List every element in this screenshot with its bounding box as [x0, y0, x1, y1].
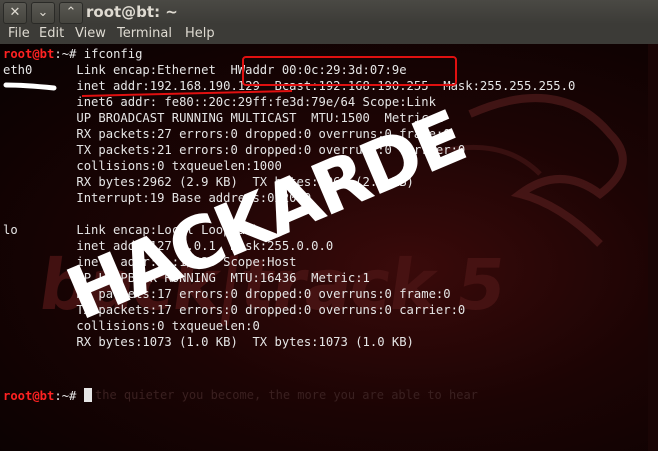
maximize-button[interactable]: ⌃	[59, 2, 83, 24]
menu-terminal[interactable]: Terminal	[117, 24, 172, 44]
output-line: UP LOOPBACK RUNNING MTU:16436 Metric:1	[3, 271, 370, 285]
output-line: lo Link encap:Local Loopback	[3, 223, 260, 237]
terminal-view[interactable]: back|track 5 the quieter you become, the…	[0, 44, 658, 451]
close-button[interactable]: ✕	[3, 2, 27, 24]
minimize-button[interactable]: ⌄	[31, 2, 55, 24]
wallpaper-quote: the quieter you become, the more you are…	[95, 388, 478, 402]
title-bar: ✕ ⌄ ⌃ root@bt: ~	[0, 0, 658, 24]
output-line: UP BROADCAST RUNNING MULTICAST MTU:1500 …	[3, 111, 444, 125]
output-line: TX packets:17 errors:0 dropped:0 overrun…	[3, 303, 466, 317]
output-line: Interrupt:19 Base address:0x2000	[3, 191, 312, 205]
output-line: TX packets:21 errors:0 dropped:0 overrun…	[3, 143, 466, 157]
output-line: inet6 addr: ::1/128 Scope:Host	[3, 255, 297, 269]
output-line: RX bytes:2962 (2.9 KB) TX bytes:2064 (2.…	[3, 175, 414, 189]
output-line: eth0 Link encap:Ethernet HWaddr 00:0c:29…	[3, 63, 407, 77]
scrollbar[interactable]	[648, 44, 658, 451]
output-line: inet addr:192.168.190.129 Bcast:192.168.…	[3, 79, 576, 93]
prompt: root@bt	[3, 389, 55, 403]
final-prompt-line[interactable]: root@bt:~#	[3, 388, 92, 404]
cursor	[83, 388, 92, 402]
command: ifconfig	[83, 47, 143, 61]
output-line: RX packets:17 errors:0 dropped:0 overrun…	[3, 287, 451, 301]
command-line: root@bt:~# ifconfig	[3, 47, 143, 61]
menu-help[interactable]: Help	[185, 24, 215, 44]
window-title: root@bt: ~	[86, 3, 178, 21]
menu-view[interactable]: View	[75, 24, 106, 44]
output-line: collisions:0 txqueuelen:1000	[3, 159, 282, 173]
output-line: collisions:0 txqueuelen:0	[3, 319, 260, 333]
output-line: RX bytes:1073 (1.0 KB) TX bytes:1073 (1.…	[3, 335, 414, 349]
prompt: root@bt	[3, 47, 55, 61]
output-line: RX packets:27 errors:0 dropped:0 overrun…	[3, 127, 451, 141]
output-line: inet6 addr: fe80::20c:29ff:fe3d:79e/64 S…	[3, 95, 436, 109]
menu-bar: File Edit View Terminal Help	[0, 24, 658, 44]
output-line: inet addr:127.0.0.1 Mask:255.0.0.0	[3, 239, 334, 253]
menu-edit[interactable]: Edit	[39, 24, 64, 44]
menu-file[interactable]: File	[8, 24, 30, 44]
